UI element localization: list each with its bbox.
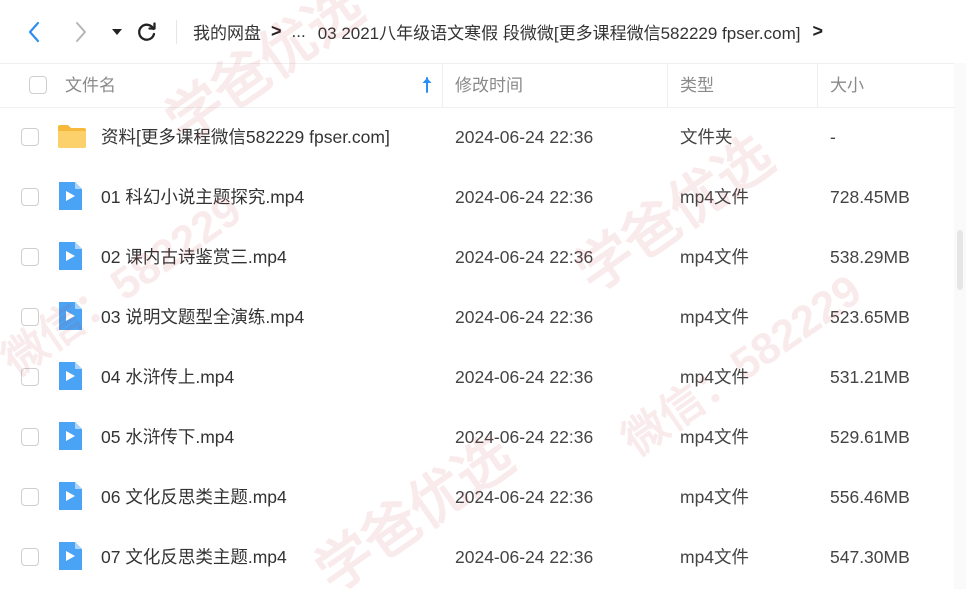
video-file-icon <box>57 241 83 276</box>
row-checkbox[interactable] <box>21 248 39 266</box>
chevron-right-icon <box>76 22 86 42</box>
file-type: mp4文件 <box>680 547 750 567</box>
file-name[interactable]: 04 水浒传上.mp4 <box>101 347 234 407</box>
chevron-left-icon <box>28 21 40 43</box>
file-size: 529.61MB <box>830 427 910 447</box>
row-checkbox[interactable] <box>21 128 39 146</box>
file-modified: 2024-06-24 22:36 <box>455 547 594 567</box>
file-type: 文件夹 <box>680 127 733 147</box>
breadcrumb-root[interactable]: 我的网盘 <box>193 19 261 44</box>
file-type: mp4文件 <box>680 427 750 447</box>
file-size: 531.21MB <box>830 367 910 387</box>
select-all-checkbox[interactable] <box>29 76 47 94</box>
row-checkbox[interactable] <box>21 308 39 326</box>
file-name[interactable]: 03 说明文题型全演练.mp4 <box>101 287 304 347</box>
file-size: 538.29MB <box>830 247 910 267</box>
toolbar: 我的网盘 > ... 03 2021八年级语文寒假 段微微[更多课程微信5822… <box>0 0 966 63</box>
breadcrumb-separator-icon: > <box>271 21 282 41</box>
file-modified: 2024-06-24 22:36 <box>455 367 594 387</box>
toolbar-divider <box>176 20 177 44</box>
file-modified: 2024-06-24 22:36 <box>455 487 594 507</box>
file-name[interactable]: 05 水浒传下.mp4 <box>101 407 234 467</box>
caret-down-icon <box>112 29 122 35</box>
file-row[interactable]: 03 说明文题型全演练.mp4 2024-06-24 22:36 mp4文件 5… <box>0 287 954 347</box>
file-modified: 2024-06-24 22:36 <box>455 187 594 207</box>
file-size: 547.30MB <box>830 547 910 567</box>
file-modified: 2024-06-24 22:36 <box>455 307 594 327</box>
folder-icon <box>57 121 87 156</box>
file-row[interactable]: 01 科幻小说主题探究.mp4 2024-06-24 22:36 mp4文件 7… <box>0 167 954 227</box>
refresh-button[interactable] <box>133 18 161 46</box>
row-checkbox[interactable] <box>21 188 39 206</box>
breadcrumb-ellipsis[interactable]: ... <box>292 22 306 42</box>
row-checkbox[interactable] <box>21 488 39 506</box>
file-type: mp4文件 <box>680 487 750 507</box>
video-file-icon <box>57 421 83 456</box>
video-file-icon <box>57 301 83 336</box>
history-dropdown-button[interactable] <box>103 18 131 46</box>
column-size[interactable]: 大小 <box>830 64 864 107</box>
file-size: 523.65MB <box>830 307 910 327</box>
video-file-icon <box>57 181 83 216</box>
file-row[interactable]: 02 课内古诗鉴赏三.mp4 2024-06-24 22:36 mp4文件 53… <box>0 227 954 287</box>
file-row[interactable]: 资料[更多课程微信582229 fpser.com] 2024-06-24 22… <box>0 107 954 167</box>
video-file-icon <box>57 481 83 516</box>
file-size: 728.45MB <box>830 187 910 207</box>
file-type: mp4文件 <box>680 247 750 267</box>
file-type: mp4文件 <box>680 367 750 387</box>
file-name[interactable]: 资料[更多课程微信582229 fpser.com] <box>101 107 390 167</box>
scrollbar-thumb[interactable] <box>957 230 963 290</box>
row-checkbox[interactable] <box>21 428 39 446</box>
column-divider[interactable] <box>817 64 818 107</box>
file-row[interactable]: 07 文化反思类主题.mp4 2024-06-24 22:36 mp4文件 54… <box>0 527 954 587</box>
file-size: - <box>830 127 836 147</box>
breadcrumb-current[interactable]: 03 2021八年级语文寒假 段微微[更多课程微信582229 fpser.co… <box>318 19 801 44</box>
file-type: mp4文件 <box>680 307 750 327</box>
breadcrumb: 我的网盘 > ... 03 2021八年级语文寒假 段微微[更多课程微信5822… <box>193 19 833 44</box>
file-type: mp4文件 <box>680 187 750 207</box>
file-name[interactable]: 01 科幻小说主题探究.mp4 <box>101 167 304 227</box>
column-type[interactable]: 类型 <box>680 64 714 107</box>
column-modified[interactable]: 修改时间 <box>455 64 523 107</box>
column-divider[interactable] <box>442 64 443 107</box>
file-row[interactable]: 05 水浒传下.mp4 2024-06-24 22:36 mp4文件 529.6… <box>0 407 954 467</box>
file-row[interactable]: 06 文化反思类主题.mp4 2024-06-24 22:36 mp4文件 55… <box>0 467 954 527</box>
vertical-scrollbar[interactable] <box>954 63 966 589</box>
file-modified: 2024-06-24 22:36 <box>455 427 594 447</box>
video-file-icon <box>57 361 83 396</box>
file-row[interactable]: 04 水浒传上.mp4 2024-06-24 22:36 mp4文件 531.2… <box>0 347 954 407</box>
back-button[interactable] <box>20 18 48 46</box>
file-modified: 2024-06-24 22:36 <box>455 127 594 147</box>
file-name[interactable]: 02 课内古诗鉴赏三.mp4 <box>101 227 287 287</box>
refresh-icon <box>138 22 156 41</box>
row-checkbox[interactable] <box>21 548 39 566</box>
sort-arrow-up-icon[interactable] <box>421 76 433 99</box>
file-name[interactable]: 07 文化反思类主题.mp4 <box>101 527 287 587</box>
row-checkbox[interactable] <box>21 368 39 386</box>
column-divider[interactable] <box>667 64 668 107</box>
column-name[interactable]: 文件名 <box>65 64 116 107</box>
file-modified: 2024-06-24 22:36 <box>455 247 594 267</box>
file-name[interactable]: 06 文化反思类主题.mp4 <box>101 467 287 527</box>
column-header: 文件名 修改时间 类型 大小 <box>0 63 954 108</box>
breadcrumb-separator-icon[interactable]: > <box>812 21 823 42</box>
file-size: 556.46MB <box>830 487 910 507</box>
forward-button[interactable] <box>67 18 95 46</box>
video-file-icon <box>57 541 83 576</box>
